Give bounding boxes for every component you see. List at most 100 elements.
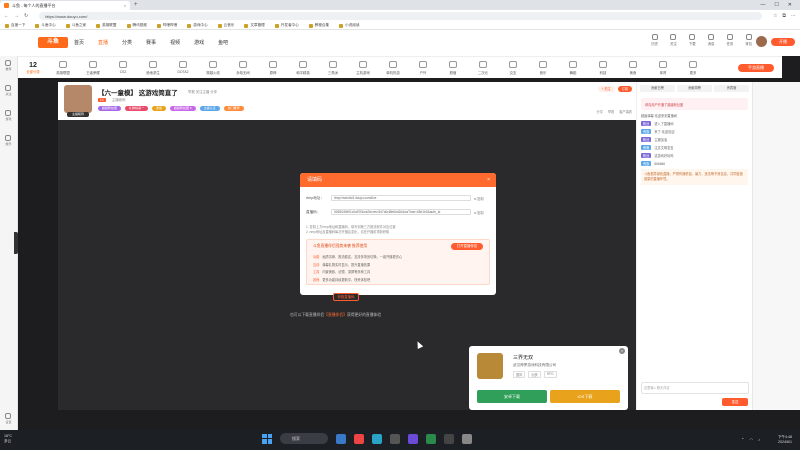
header-item[interactable]: 关注 — [670, 34, 677, 46]
open-companion-button[interactable]: 打开直播伴侣 — [451, 243, 483, 250]
app-icon[interactable] — [426, 433, 436, 444]
header-item[interactable]: 消息 — [708, 34, 714, 46]
chat-input[interactable]: 这里输入聊天内容 — [641, 382, 749, 394]
nav-item[interactable]: 视频 — [170, 39, 180, 46]
bookmark-item[interactable]: 文章管理 — [244, 23, 265, 28]
category-item[interactable]: 交友 — [498, 60, 528, 75]
back-icon[interactable]: ← — [4, 13, 9, 19]
copy-rtmp-button[interactable]: ⧉ 复制 — [474, 196, 484, 201]
category-item[interactable]: 美食 — [618, 60, 648, 75]
url-input[interactable]: https://www.douyu.com/ — [39, 12, 762, 20]
bookmark-item[interactable]: 开发者中心 — [274, 23, 299, 28]
category-item[interactable]: 王者荣耀 — [78, 60, 108, 75]
file-explorer-icon[interactable] — [336, 433, 346, 444]
close-tab-icon[interactable]: × — [124, 3, 126, 8]
maximize-icon[interactable]: ☐ — [774, 2, 778, 8]
wifi-icon[interactable]: ◠ — [750, 437, 754, 442]
douyu-logo[interactable]: 斗鱼 — [38, 37, 68, 48]
sidebar-item[interactable]: 娱乐 — [5, 135, 12, 146]
category-item[interactable]: 主机游戏 — [348, 60, 378, 75]
nav-item[interactable]: 赛事 — [146, 39, 156, 46]
volume-icon[interactable]: ♪ — [758, 437, 760, 442]
close-icon[interactable]: × — [487, 173, 490, 187]
app-icon[interactable] — [354, 433, 364, 444]
steam-icon[interactable] — [390, 433, 400, 444]
nav-item[interactable]: 首页 — [74, 39, 84, 46]
category-item[interactable]: 更多 — [678, 60, 708, 75]
copy-key-button[interactable]: ⧉ 复制 — [474, 210, 484, 215]
anchor-avatar[interactable]: 主播昵称 — [64, 85, 92, 117]
header-item[interactable]: 任务 — [726, 34, 733, 46]
header-item[interactable]: 背包 — [745, 34, 752, 46]
category-item[interactable]: 舞蹈 — [558, 60, 588, 75]
menu-icon[interactable]: ⋯ — [791, 13, 796, 19]
bookmark-item[interactable]: 百度一下 — [5, 23, 25, 28]
category-item[interactable]: 音乐 — [528, 60, 558, 75]
get-stream-code-button[interactable]: 获取直播码 — [333, 293, 359, 301]
refresh-icon[interactable]: ↻ — [24, 13, 28, 19]
game-icon[interactable] — [477, 353, 503, 379]
sidebar-item[interactable]: 推荐 — [5, 60, 12, 71]
app-icon[interactable] — [408, 433, 418, 444]
bookmark-item[interactable]: 斗鱼中心 — [35, 23, 56, 28]
nav-item[interactable]: 分类 — [122, 39, 132, 46]
follow-button[interactable]: + 关注 — [597, 86, 615, 92]
app-icon[interactable] — [462, 433, 472, 444]
nav-item[interactable]: 鱼吧 — [218, 39, 228, 46]
rank-tab[interactable]: 贡献周榜 — [677, 85, 712, 92]
minimize-icon[interactable]: — — [760, 2, 765, 8]
subscribe-button[interactable]: 订阅 — [617, 86, 632, 92]
chevron-up-icon[interactable]: ⌃ — [741, 437, 744, 442]
category-item[interactable]: 原神 — [258, 60, 288, 75]
sidebar-collapse-handle[interactable] — [14, 232, 18, 254]
category-item[interactable]: 科技 — [588, 60, 618, 75]
category-item[interactable]: DOTA2 — [168, 61, 198, 74]
rtmp-field[interactable]: rtmp://sendtc3.douyu.com/live — [331, 195, 471, 201]
category-item[interactable]: 和平精英 — [288, 60, 318, 75]
companion-link[interactable]: 【直播伴侣】 — [324, 313, 347, 317]
nav-item[interactable]: 直播 — [98, 39, 108, 46]
header-item[interactable]: 历史 — [651, 34, 658, 46]
start-live-button[interactable]: 开播 — [771, 38, 795, 46]
category-item[interactable]: 三角洲 — [318, 60, 348, 75]
forward-icon[interactable]: → — [14, 13, 19, 19]
weather-widget[interactable]: 18°C 多云 — [4, 434, 12, 444]
close-window-icon[interactable]: ✕ — [788, 2, 792, 8]
browser-tab[interactable]: 斗鱼 - 每个人的直播平台 × — [0, 1, 130, 10]
mobile-live-button[interactable]: 手游直播 — [738, 63, 774, 72]
category-item[interactable]: CS2 — [108, 61, 138, 74]
sidebar-item[interactable]: 游戏 — [5, 110, 12, 121]
send-button[interactable]: 发送 — [722, 398, 748, 406]
rank-tab[interactable]: 贵宾席 — [714, 85, 749, 92]
category-item[interactable]: 二次元 — [468, 60, 498, 75]
extensions-icon[interactable]: ⧉ — [782, 13, 786, 19]
category-all[interactable]: 12 全部分类 — [18, 62, 48, 74]
category-item[interactable]: 英雄联盟 — [48, 60, 78, 75]
android-download-button[interactable]: 安卓下载 — [477, 390, 547, 403]
header-item[interactable]: 下载 — [689, 34, 696, 46]
bookmark-item[interactable]: 英雄联盟 — [96, 23, 117, 28]
category-item[interactable]: 单机热游 — [378, 60, 408, 75]
category-item[interactable]: 永劫无间 — [228, 60, 258, 75]
ios-download-button[interactable]: iOS下载 — [550, 390, 620, 403]
nav-item[interactable]: 游戏 — [194, 39, 204, 46]
new-tab-icon[interactable]: + — [134, 2, 138, 8]
bookmark-item[interactable]: 哔哩哔哩 — [156, 23, 177, 28]
sidebar-item[interactable]: 关注 — [5, 85, 12, 96]
category-item[interactable]: 颜值 — [438, 60, 468, 75]
windows-start-icon[interactable] — [262, 433, 272, 444]
clock[interactable]: 下午4:48 2024/6/1 — [778, 435, 792, 445]
taskbar-search[interactable]: 搜索 — [280, 433, 328, 444]
room-actions[interactable]: 举报 关注主播 分享 — [188, 89, 217, 94]
app-icon[interactable] — [444, 433, 454, 444]
sidebar-settings[interactable]: 设置 — [5, 413, 12, 424]
bookmark-item[interactable]: 斗鱼之家 — [65, 23, 86, 28]
bookmark-item[interactable]: 小说阅读 — [339, 23, 360, 28]
category-item[interactable]: 户外 — [408, 60, 438, 75]
browser-icon[interactable] — [372, 433, 382, 444]
bookmark-item[interactable]: 腾讯视频 — [126, 23, 147, 28]
room-tool[interactable]: 举报 — [608, 109, 614, 114]
category-item[interactable]: 体育 — [648, 60, 678, 75]
bookmark-item[interactable]: 游戏中心 — [187, 23, 208, 28]
room-tool[interactable]: 客户端看 — [619, 109, 632, 114]
